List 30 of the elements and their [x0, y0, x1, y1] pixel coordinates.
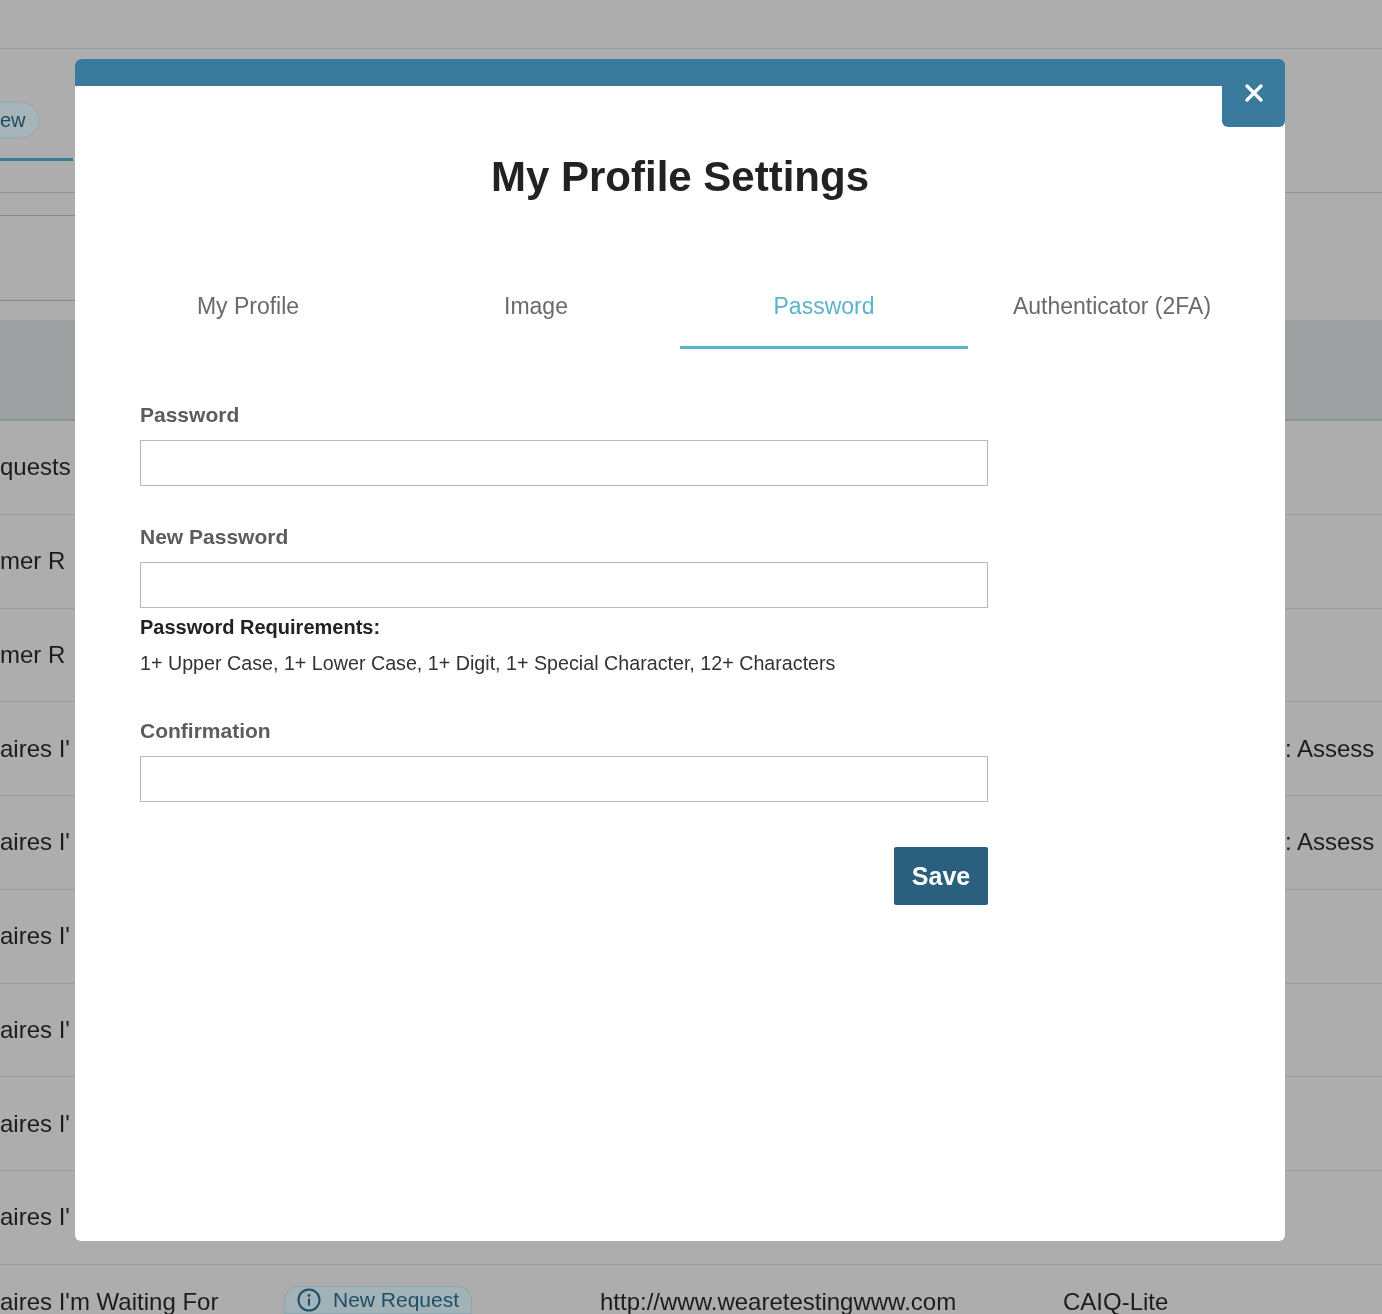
close-icon — [1244, 84, 1263, 102]
requirements-heading: Password Requirements: — [140, 617, 381, 637]
modal-title: My Profile Settings — [490, 152, 870, 202]
nav-pill[interactable]: ew — [0, 102, 39, 138]
info-icon — [297, 1288, 321, 1312]
status-badge: New Request — [284, 1286, 473, 1314]
table-cell: CAIQ-Lite — [1063, 1290, 1169, 1314]
table-cell: mer R — [0, 640, 66, 669]
table-cell: mer R — [0, 547, 66, 576]
table-cell: aires I' — [0, 922, 70, 951]
tab[interactable]: Image — [392, 293, 680, 349]
tab[interactable]: My Profile — [104, 293, 392, 349]
field-label: New Password — [140, 525, 289, 549]
save-button[interactable]: Save — [894, 847, 988, 905]
table-cell: aires I' — [0, 1015, 70, 1044]
table-cell: aires I' — [0, 828, 70, 857]
table-cell: quests — [0, 453, 71, 482]
password-input[interactable] — [140, 440, 988, 486]
password-input[interactable] — [140, 562, 988, 608]
table-cell: aires I' — [0, 1109, 70, 1138]
password-input[interactable] — [140, 756, 988, 802]
requirements-text: 1+ Upper Case, 1+ Lower Case, 1+ Digit, 1+ Special Character, 12+ Characters — [140, 652, 836, 674]
table-cell: : Assess — [1285, 828, 1375, 857]
field-label: Confirmation — [140, 719, 271, 743]
field-label: Password — [140, 403, 240, 427]
table-cell: aires I' — [0, 1203, 70, 1232]
tab[interactable]: Authenticator (2FA) — [968, 293, 1256, 349]
close-button[interactable] — [1222, 59, 1285, 127]
table-cell: : Assess — [1285, 734, 1375, 763]
table-cell: aires I' — [0, 734, 70, 763]
